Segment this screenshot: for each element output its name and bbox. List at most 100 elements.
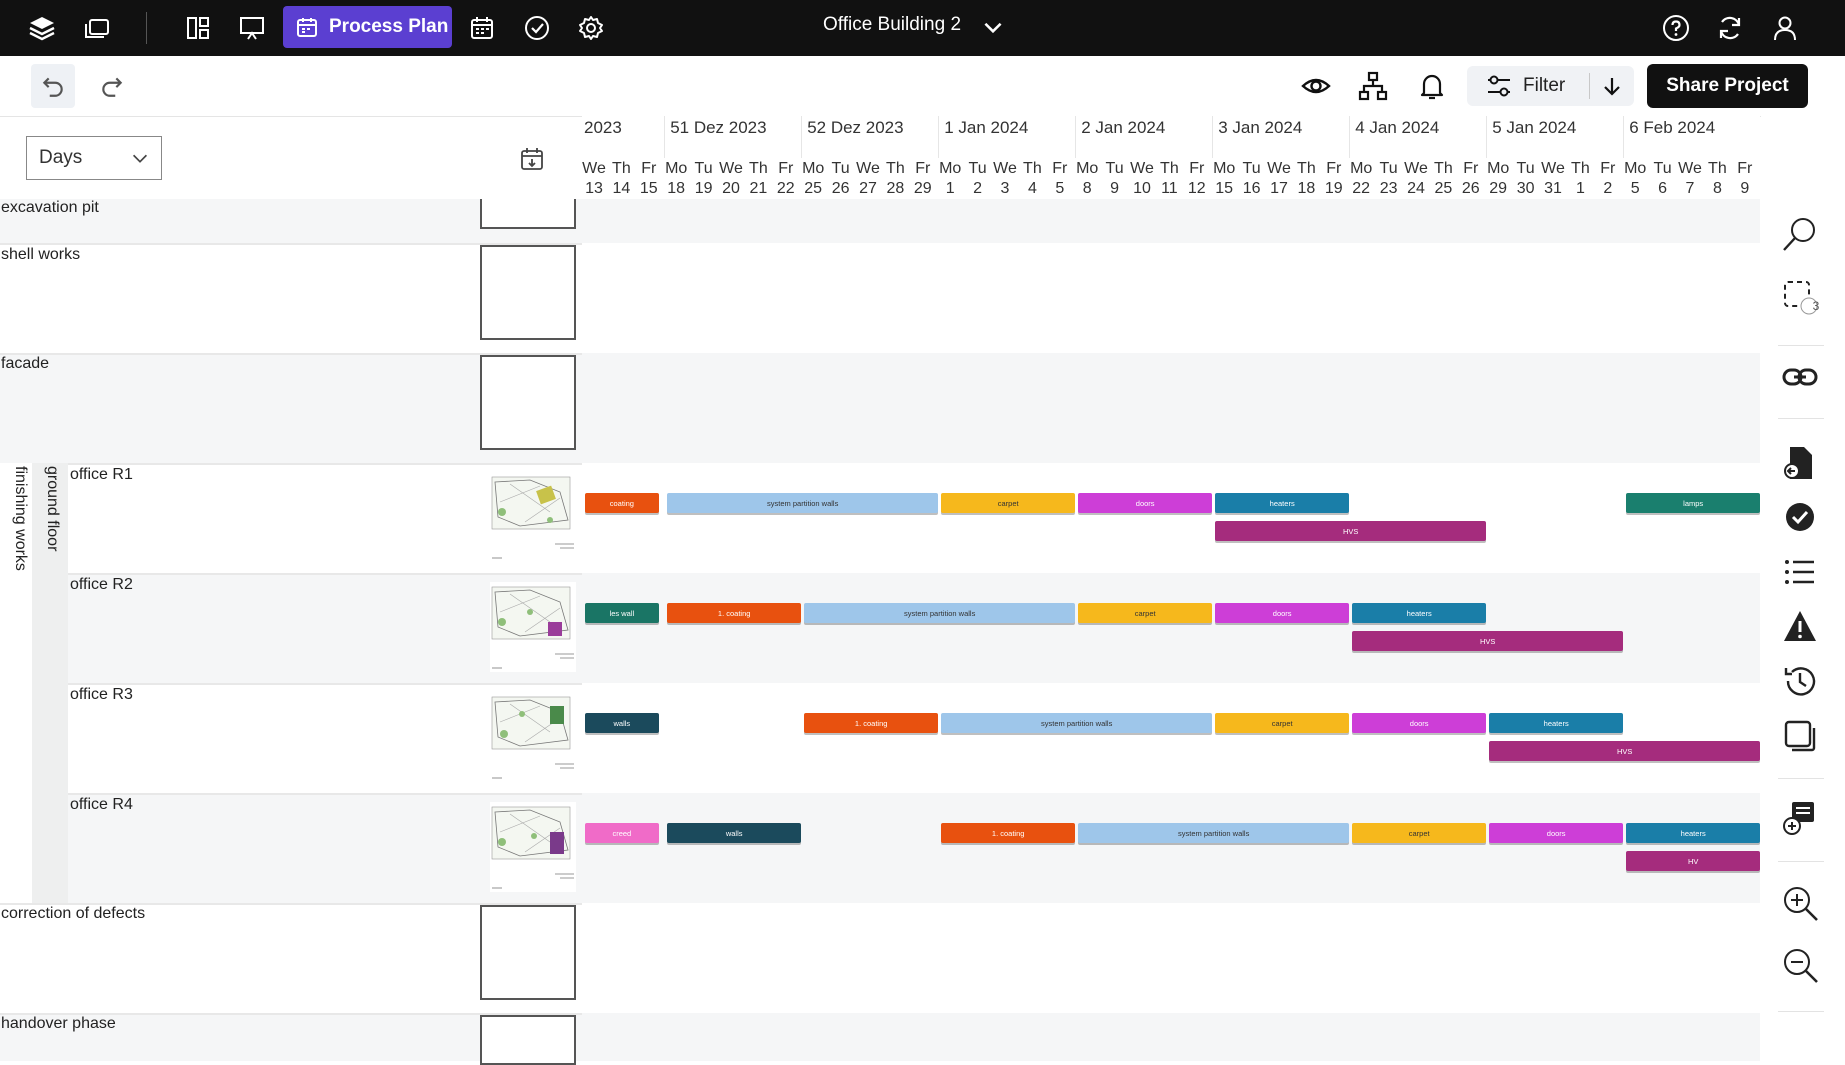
chevron-down-icon[interactable] [980, 14, 1006, 40]
task-bar[interactable]: carpet [1215, 713, 1350, 733]
dashboard-icon[interactable] [178, 8, 218, 48]
task-bar[interactable]: heaters [1489, 713, 1624, 733]
group-floor-label[interactable]: ground floor [35, 466, 61, 606]
link-icon[interactable] [1775, 352, 1825, 402]
floor-plan-thumbnail[interactable] [490, 802, 576, 892]
task-bar[interactable]: doors [1078, 493, 1213, 513]
layers-copy-icon[interactable] [1775, 711, 1825, 761]
selection-count: 3 [1812, 299, 1820, 313]
floor-plan-thumbnail[interactable] [490, 582, 576, 672]
task-bar[interactable]: les wall [585, 603, 659, 623]
row-label-facade[interactable]: facade [1, 355, 49, 373]
task-bar[interactable]: system partition walls [804, 603, 1076, 623]
task-bar[interactable]: doors [1352, 713, 1487, 733]
redo-button[interactable] [90, 64, 134, 108]
task-bar[interactable]: walls [667, 823, 802, 843]
row-label-handover[interactable]: handover phase [1, 1015, 116, 1033]
row-label-r2[interactable]: office R2 [70, 576, 133, 594]
folders-icon[interactable] [77, 8, 117, 48]
redo-icon [102, 77, 123, 97]
task-bar[interactable]: carpet [1352, 823, 1487, 843]
help-icon[interactable] [1656, 8, 1696, 48]
selection-icon[interactable] [1775, 272, 1825, 322]
rail-divider [1778, 418, 1824, 419]
search-icon[interactable] [1775, 209, 1825, 259]
row-label-r4[interactable]: office R4 [70, 796, 133, 814]
task-bar[interactable]: carpet [1078, 603, 1213, 623]
row-label-r3[interactable]: office R3 [70, 686, 133, 704]
zoom-in-icon[interactable] [1775, 878, 1825, 928]
row-label-excavation[interactable]: excavation pit [1, 199, 99, 217]
row-thumbnail[interactable] [480, 905, 576, 1000]
calendar-icon[interactable] [462, 8, 502, 48]
zoom-out-icon[interactable] [1775, 940, 1825, 990]
rail-divider [1778, 861, 1824, 862]
hierarchy-icon[interactable] [1357, 70, 1389, 102]
task-bar[interactable]: doors [1215, 603, 1350, 623]
eye-icon[interactable] [1300, 70, 1332, 102]
task-bar[interactable]: walls [585, 713, 659, 733]
filter-divider [1589, 73, 1591, 99]
share-project-button[interactable]: Share Project [1647, 64, 1808, 108]
task-bar[interactable]: 1. coating [804, 713, 939, 733]
list-icon[interactable] [1775, 547, 1825, 597]
task-bar[interactable]: 1. coating [667, 603, 802, 623]
row-thumbnail[interactable] [480, 245, 576, 340]
calendar-jump-icon[interactable] [519, 146, 545, 172]
task-bar[interactable]: carpet [941, 493, 1076, 513]
rail-divider [1778, 1011, 1824, 1012]
task-bar[interactable]: system partition walls [667, 493, 939, 513]
document-export-icon[interactable] [1775, 438, 1825, 488]
row-label-r1[interactable]: office R1 [70, 466, 133, 484]
row-divider [68, 573, 582, 575]
row-label-defects[interactable]: correction of defects [1, 905, 145, 923]
chevron-down-icon [132, 154, 148, 163]
bell-icon[interactable] [1416, 70, 1448, 102]
task-bar[interactable]: heaters [1215, 493, 1350, 513]
check-circle-icon[interactable] [517, 8, 557, 48]
user-icon[interactable] [1765, 8, 1805, 48]
task-bar[interactable]: HVS [1215, 521, 1487, 541]
task-bar[interactable]: coating [585, 493, 659, 513]
task-bar[interactable]: system partition walls [941, 713, 1213, 733]
task-bar[interactable]: creed [585, 823, 659, 843]
layers-icon[interactable] [22, 8, 62, 48]
group-finishing-label[interactable]: finishing works [3, 466, 29, 606]
process-plan-tab[interactable]: Process Plan [283, 6, 452, 48]
gear-icon[interactable] [571, 8, 611, 48]
row-divider [68, 683, 582, 685]
row-thumbnail[interactable] [480, 199, 576, 229]
task-bar[interactable]: heaters [1352, 603, 1487, 623]
row-thumbnail[interactable] [480, 1015, 576, 1065]
check-circle-icon[interactable] [1775, 492, 1825, 542]
task-bar[interactable]: heaters [1626, 823, 1761, 843]
task-bar[interactable]: HV [1626, 851, 1761, 871]
arrow-down-icon [1604, 78, 1621, 96]
task-bar[interactable]: lamps [1626, 493, 1761, 513]
presentation-icon[interactable] [232, 8, 272, 48]
bars-layer: coating system partition walls carpet doors… [582, 116, 1845, 1061]
row-thumbnail[interactable] [480, 355, 576, 450]
undo-button[interactable] [31, 64, 75, 108]
filter-icon [1488, 75, 1510, 97]
sync-icon[interactable] [1710, 8, 1750, 48]
row-label-shell[interactable]: shell works [1, 246, 80, 264]
filter-label: Filter [1523, 75, 1566, 96]
task-bar[interactable]: HVS [1352, 631, 1624, 651]
filter-button[interactable]: Filter [1467, 66, 1634, 106]
project-title[interactable]: Office Building 2 [823, 14, 961, 36]
row-divider [0, 463, 582, 465]
floor-plan-thumbnail[interactable] [490, 692, 576, 782]
rail-divider [1778, 345, 1824, 346]
task-bar[interactable]: 1. coating [941, 823, 1076, 843]
task-bar[interactable]: system partition walls [1078, 823, 1350, 843]
gantt-timeline: 2023 51 Dez 2023 52 Dez 2023 1 Jan 2024 2 Ja… [582, 116, 1845, 1061]
floor-plan-thumbnail[interactable] [490, 472, 576, 562]
scale-select[interactable]: Days [26, 136, 162, 180]
task-bar[interactable]: doors [1489, 823, 1624, 843]
undo-icon [42, 77, 63, 97]
warning-icon[interactable] [1775, 602, 1825, 652]
history-icon[interactable] [1775, 656, 1825, 706]
task-bar[interactable]: HVS [1489, 741, 1761, 761]
add-comment-icon[interactable] [1775, 793, 1825, 843]
